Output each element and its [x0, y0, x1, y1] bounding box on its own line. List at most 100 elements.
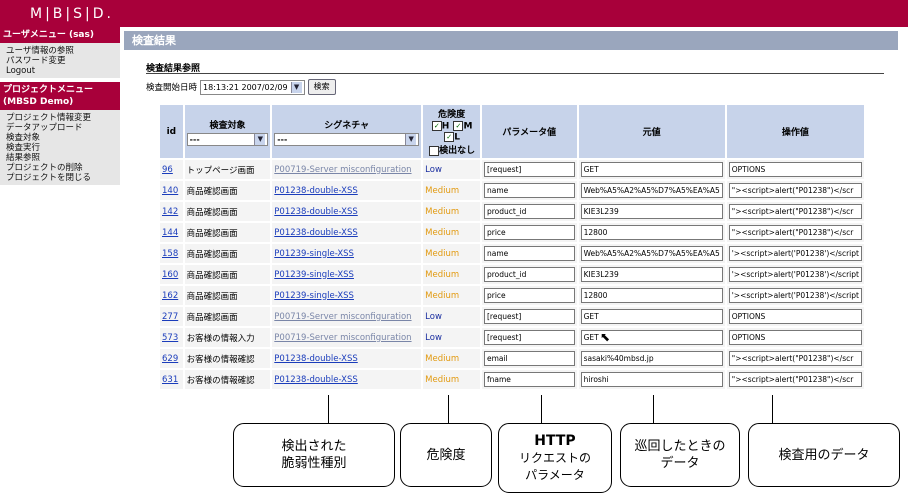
row-id-cell: 277	[160, 307, 183, 326]
sidebar-item-change-password[interactable]: パスワード変更	[0, 56, 120, 66]
row-param-field[interactable]: product_id	[483, 267, 575, 282]
top-bar: M|B|S|D.	[0, 0, 908, 27]
row-signature-link[interactable]: P01238-double-XSS	[274, 354, 357, 364]
row-signature-link[interactable]: P01239-single-XSS	[274, 291, 354, 301]
row-signature-link[interactable]: P00719-Server misconfiguration	[274, 333, 411, 343]
row-id-link[interactable]: 162	[162, 291, 178, 301]
section-divider	[146, 73, 884, 74]
row-id-cell: 160	[160, 265, 183, 284]
row-target: 商品確認画面	[184, 181, 271, 200]
callout-operation: 検査用のデータ	[748, 423, 900, 487]
row-original-field[interactable]: Web%A5%A2%A5%D7%A5%EA%A5	[580, 183, 723, 198]
callout-pointer-original	[653, 395, 654, 425]
sidebar-item-run-scan[interactable]: 検査実行	[0, 143, 120, 153]
row-risk: Medium	[423, 181, 480, 200]
row-id-link[interactable]: 631	[162, 375, 178, 385]
row-original-field[interactable]: GET	[580, 309, 723, 324]
risk-l-checkbox[interactable]: ✓	[444, 131, 455, 142]
row-id-link[interactable]: 158	[162, 249, 178, 259]
row-id-cell: 140	[160, 181, 183, 200]
risk-none-checkbox[interactable]	[429, 145, 440, 156]
target-filter-select[interactable]: --- ▼	[186, 132, 269, 146]
row-signature-cell: P01239-single-XSS	[272, 244, 422, 263]
table-row: 158 商品確認画面 P01239-single-XSS Medium name Web%…	[160, 244, 864, 263]
row-signature-link[interactable]: P00719-Server misconfiguration	[274, 165, 411, 175]
sidebar-item-scan-target[interactable]: 検査対象	[0, 133, 120, 143]
row-id-link[interactable]: 140	[162, 186, 178, 196]
row-param-field[interactable]: [request]	[483, 309, 575, 324]
sidebar-item-data-upload[interactable]: データアップロード	[0, 123, 120, 133]
risk-h-checkbox[interactable]: ✓	[431, 121, 442, 131]
row-param-field[interactable]: email	[483, 351, 575, 366]
sidebar-item-results[interactable]: 結果参照	[0, 153, 120, 163]
row-operation-field[interactable]: "><script>alert("P01238")</scr	[728, 225, 862, 240]
row-param-field[interactable]: price	[483, 225, 575, 240]
row-param-field[interactable]: fname	[483, 372, 575, 387]
row-operation-field[interactable]: OPTIONS	[728, 309, 862, 324]
risk-m-checkbox[interactable]: ✓	[453, 121, 464, 131]
sidebar-item-project-info[interactable]: プロジェクト情報変更	[0, 113, 120, 123]
row-operation-field[interactable]: "><script>alert("P01238")</scr	[728, 351, 862, 366]
row-param-field[interactable]: [request]	[483, 330, 575, 345]
table-row: 160 商品確認画面 P01239-single-XSS Medium product_…	[160, 265, 864, 284]
row-param-field[interactable]: price	[483, 288, 575, 303]
row-signature-link[interactable]: P00719-Server misconfiguration	[274, 312, 411, 322]
target-filter-value: ---	[189, 134, 200, 144]
row-original-field[interactable]: KIE3L239	[580, 267, 723, 282]
callout-pointer-vuln	[328, 395, 329, 425]
row-risk: Medium	[423, 265, 480, 284]
sidebar-item-user-info[interactable]: ユーザ情報の参照	[0, 46, 120, 56]
row-id-link[interactable]: 160	[162, 270, 178, 280]
row-id-link[interactable]: 277	[162, 312, 178, 322]
row-operation-field[interactable]: OPTIONS	[728, 330, 862, 345]
row-signature-link[interactable]: P01238-double-XSS	[274, 207, 357, 217]
row-original-field[interactable]: GET	[580, 162, 723, 177]
row-id-link[interactable]: 96	[162, 165, 173, 175]
date-filter-row: 検査開始日時 18:13:21 2007/02/09 ▼ 検索	[146, 79, 336, 95]
row-original-field[interactable]: KIE3L239	[580, 204, 723, 219]
row-param-field[interactable]: product_id	[483, 204, 575, 219]
row-original-field[interactable]: sasaki%40mbsd.jp	[580, 351, 723, 366]
row-id-cell: 631	[160, 370, 183, 389]
row-operation-cell: "><script>alert("P01238")</scr	[726, 181, 864, 200]
row-original-field[interactable]: 12800	[580, 288, 723, 303]
date-select[interactable]: 18:13:21 2007/02/09 ▼	[200, 79, 305, 95]
row-signature-link[interactable]: P01239-single-XSS	[274, 249, 354, 259]
row-signature-link[interactable]: P01238-double-XSS	[274, 375, 357, 385]
row-signature-cell: P01238-double-XSS	[272, 202, 422, 221]
row-param-field[interactable]: name	[483, 246, 575, 261]
row-signature-link[interactable]: P01238-double-XSS	[274, 186, 357, 196]
row-operation-field[interactable]: '><script>alert('P01238')</script	[728, 267, 862, 282]
row-param-field[interactable]: [request]	[483, 162, 575, 177]
row-original-field[interactable]: Web%A5%A2%A5%D7%A5%EA%A5	[580, 246, 723, 261]
risk-none-label: 検出なし	[439, 146, 476, 156]
row-signature-cell: P01239-single-XSS	[272, 265, 422, 284]
row-id-cell: 629	[160, 349, 183, 368]
row-risk: Medium	[423, 370, 480, 389]
row-operation-field[interactable]: '><script>alert('P01238')</script	[728, 246, 862, 261]
signature-filter-select[interactable]: --- ▼	[274, 132, 420, 146]
sidebar-item-logout[interactable]: Logout	[0, 66, 120, 76]
row-id-link[interactable]: 629	[162, 354, 178, 364]
row-original-field[interactable]: hiroshi	[580, 372, 723, 387]
row-signature-link[interactable]: P01238-double-XSS	[274, 228, 357, 238]
row-signature-link[interactable]: P01239-single-XSS	[274, 270, 354, 280]
row-param-field[interactable]: name	[483, 183, 575, 198]
row-original-field[interactable]: 12800	[580, 225, 723, 240]
results-table-body: 96 トップページ画面 P00719-Server misconfiguration…	[160, 160, 864, 389]
header-target: 検査対象 --- ▼	[184, 105, 271, 158]
search-button[interactable]: 検索	[307, 79, 336, 95]
row-id-link[interactable]: 142	[162, 207, 178, 217]
row-param-cell: product_id	[481, 265, 577, 284]
chevron-down-icon: ▼	[290, 81, 302, 93]
row-operation-field[interactable]: "><script>alert("P01238")</scr	[728, 204, 862, 219]
row-operation-field[interactable]: '><script>alert('P01238')</script	[728, 288, 862, 303]
row-id-link[interactable]: 144	[162, 228, 178, 238]
row-original-cell: KIE3L239	[578, 265, 725, 284]
row-id-link[interactable]: 573	[162, 333, 178, 343]
row-operation-field[interactable]: "><script>alert("P01238")</scr	[728, 372, 862, 387]
sidebar-item-close-project[interactable]: プロジェクトを閉じる	[0, 173, 120, 183]
sidebar-item-delete-project[interactable]: プロジェクトの削除	[0, 163, 120, 173]
row-operation-field[interactable]: OPTIONS	[728, 162, 862, 177]
row-operation-field[interactable]: "><script>alert("P01238")</scr	[728, 183, 862, 198]
